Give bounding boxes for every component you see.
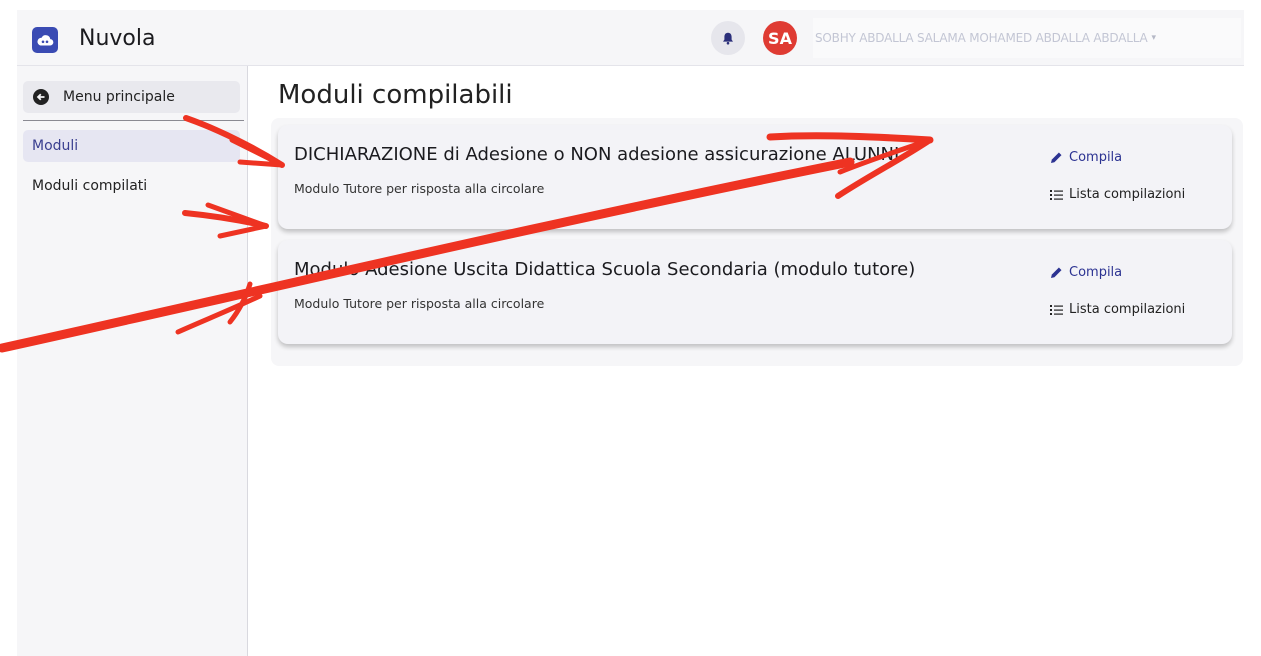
chevron-down-icon: ▾ <box>1151 33 1157 43</box>
sidebar-item-label: Moduli <box>32 138 79 154</box>
form-card-title: Modulo Adesione Uscita Didattica Scuola … <box>294 259 916 280</box>
form-card: DICHIARAZIONE di Adesione o NON adesione… <box>278 125 1232 229</box>
lista-label: Lista compilazioni <box>1069 302 1186 317</box>
lista-compilazioni-button[interactable]: Lista compilazioni <box>1050 187 1185 202</box>
form-card: Modulo Adesione Uscita Didattica Scuola … <box>278 240 1232 344</box>
bell-icon <box>723 32 733 44</box>
user-menu[interactable]: SOBHY ABDALLA SALAMA MOHAMED ABDALLA ABD… <box>813 18 1241 58</box>
compila-button[interactable]: Compila <box>1050 265 1122 280</box>
compila-label: Compila <box>1069 150 1123 165</box>
sidebar-item-moduli[interactable]: Moduli <box>23 130 240 162</box>
top-bar: Nuvola SA SOBHY ABDALLA SALAMA MOHAMED A… <box>17 10 1244 66</box>
page-title: Moduli compilabili <box>278 80 513 110</box>
lista-compilazioni-button[interactable]: Lista compilazioni <box>1050 302 1185 317</box>
compila-label: Compila <box>1069 265 1123 280</box>
user-name: SOBHY ABDALLA SALAMA MOHAMED ABDALLA ABD… <box>815 31 1148 45</box>
list-icon <box>1050 304 1063 316</box>
sidebar: Menu principale Moduli Moduli compilati <box>17 66 248 656</box>
main-menu-button[interactable]: Menu principale <box>23 81 240 113</box>
sidebar-item-moduli-compilati[interactable]: Moduli compilati <box>23 170 240 202</box>
sidebar-item-label: Moduli compilati <box>32 178 148 194</box>
cloud-icon <box>32 27 58 53</box>
list-icon <box>1050 189 1063 201</box>
arrow-left-circle-icon <box>33 89 49 105</box>
lista-label: Lista compilazioni <box>1069 187 1186 202</box>
sidebar-divider <box>23 120 244 121</box>
main-menu-label: Menu principale <box>63 89 175 105</box>
app-title: Nuvola <box>79 26 156 51</box>
form-card-title: DICHIARAZIONE di Adesione o NON adesione… <box>294 144 900 165</box>
pencil-icon <box>1050 266 1063 279</box>
notifications-button[interactable] <box>711 21 745 55</box>
form-card-subtitle: Modulo Tutore per risposta alla circolar… <box>294 181 545 196</box>
pencil-icon <box>1050 151 1063 164</box>
form-card-subtitle: Modulo Tutore per risposta alla circolar… <box>294 296 545 311</box>
avatar[interactable]: SA <box>763 21 797 55</box>
compila-button[interactable]: Compila <box>1050 150 1122 165</box>
